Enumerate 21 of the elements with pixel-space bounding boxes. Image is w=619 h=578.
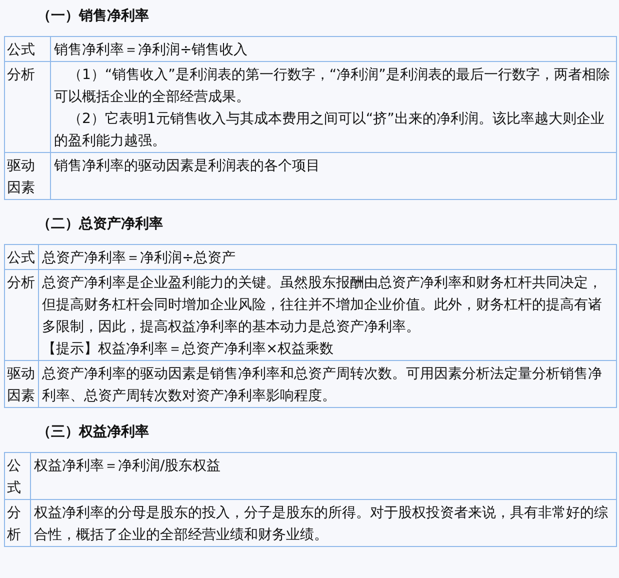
cell-text: 销售净利率＝净利润÷销售收入	[54, 41, 249, 60]
row-label: 公式	[7, 457, 22, 498]
row-label: 分析	[7, 274, 36, 293]
row-label: 分析	[7, 504, 22, 545]
section-heading: （二）总资产净利率	[37, 214, 164, 234]
cell-text: （1）“销售收入”是利润表的第一行数字，“净利润”是利润表的最后一行数字，两者相除可以概括企业的全部经营成果。	[54, 66, 611, 107]
section-heading: （一）销售净利率	[37, 6, 150, 26]
row-label: 驱动因素	[7, 157, 36, 198]
cell-text: （2）它表明1元销售收入与其成本费用之间可以“挤”出来的净利润。该比率越大则企业的盈利能力越强。	[54, 110, 606, 151]
cell-text: 总资产净利率＝净利润÷总资产	[42, 249, 237, 268]
cell-text: 总资产净利率的驱动因素是销售净利率和总资产周转次数。可用因素分析法定量分析销售净利率、总资产周转次数对资产净利率影响程度。	[42, 365, 603, 406]
cell-text: 总资产净利率是企业盈利能力的关键。虽然股东报酬由总资产净利率和财务杠杆共同决定，但提高财务杠杆会同时增加企业风险，往往并不增加企业价值。此外，财务杠杆的提高有诸多限制，因此，提高权益净利率的基本动力是总资产净利率。	[42, 274, 603, 337]
row-label: 公式	[7, 249, 36, 268]
row-label: 公式	[7, 41, 36, 60]
cell-text: 【提示】权益净利率＝总资产净利率×权益乘数	[42, 340, 335, 359]
row-label: 驱动因素	[7, 365, 36, 406]
row-label: 分析	[7, 66, 36, 85]
cell-text: 销售净利率的驱动因素是利润表的各个项目	[54, 157, 321, 176]
cell-text: 权益净利率的分母是股东的投入，分子是股东的所得。对于股权投资者来说，具有非常好的综合性，概括了企业的全部经营业绩和财务业绩。	[34, 504, 609, 545]
section-heading: （三）权益净利率	[37, 422, 150, 442]
cell-text: 权益净利率＝净利润/股东权益	[34, 457, 222, 476]
